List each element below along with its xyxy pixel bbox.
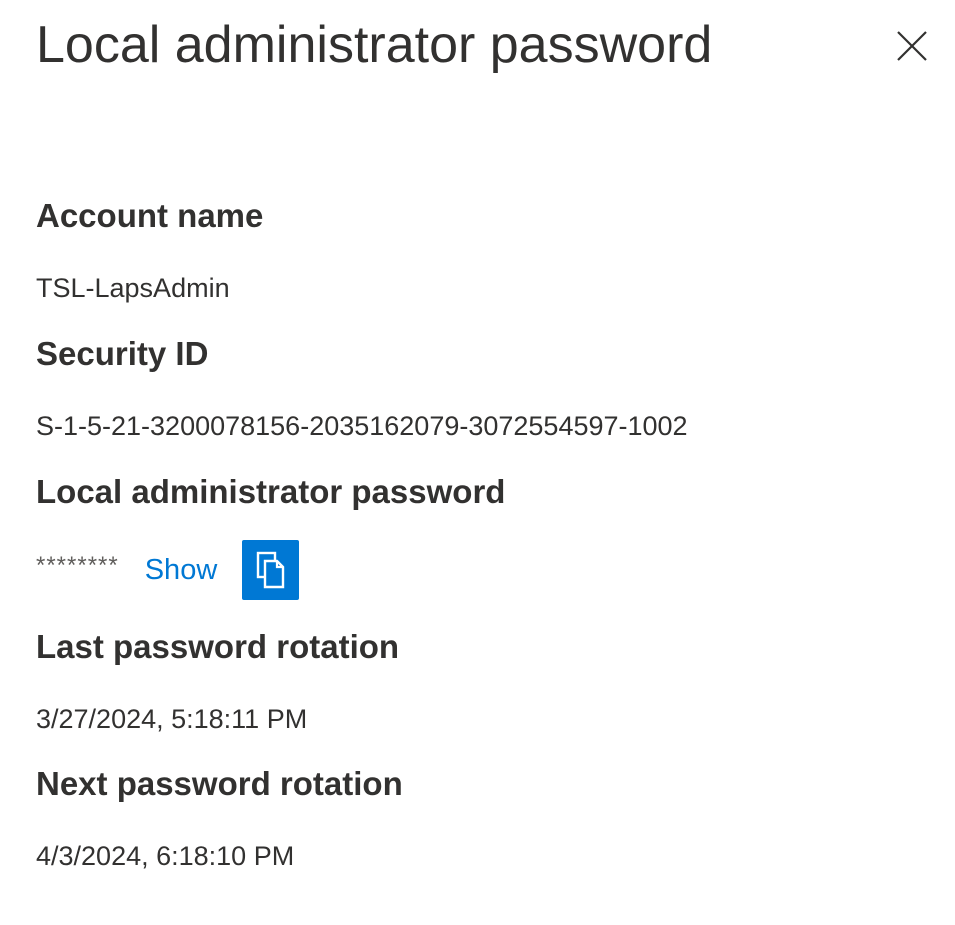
copy-password-button[interactable] bbox=[242, 540, 300, 600]
account-name-label: Account name bbox=[36, 197, 264, 234]
panel-title: Local administrator password bbox=[36, 16, 713, 74]
last-rotation-value: 3/27/2024, 5:18:11 PM bbox=[36, 704, 308, 734]
laps-panel: Local administrator password Account nam… bbox=[0, 0, 955, 925]
password-row: ******** Show bbox=[36, 539, 300, 601]
close-button[interactable] bbox=[893, 27, 931, 65]
account-name-value: TSL-LapsAdmin bbox=[36, 273, 230, 303]
security-id-value: S-1-5-21-3200078156-2035162079-307255459… bbox=[36, 411, 688, 441]
last-rotation-label: Last password rotation bbox=[36, 628, 400, 665]
security-id-label: Security ID bbox=[36, 335, 209, 372]
local-admin-password-label: Local administrator password bbox=[36, 473, 506, 510]
copy-icon bbox=[256, 551, 284, 589]
masked-password: ******** bbox=[36, 552, 119, 579]
show-password-link[interactable]: Show bbox=[145, 554, 218, 587]
close-icon bbox=[897, 31, 927, 61]
next-rotation-label: Next password rotation bbox=[36, 765, 403, 802]
next-rotation-value: 4/3/2024, 6:18:10 PM bbox=[36, 841, 295, 871]
